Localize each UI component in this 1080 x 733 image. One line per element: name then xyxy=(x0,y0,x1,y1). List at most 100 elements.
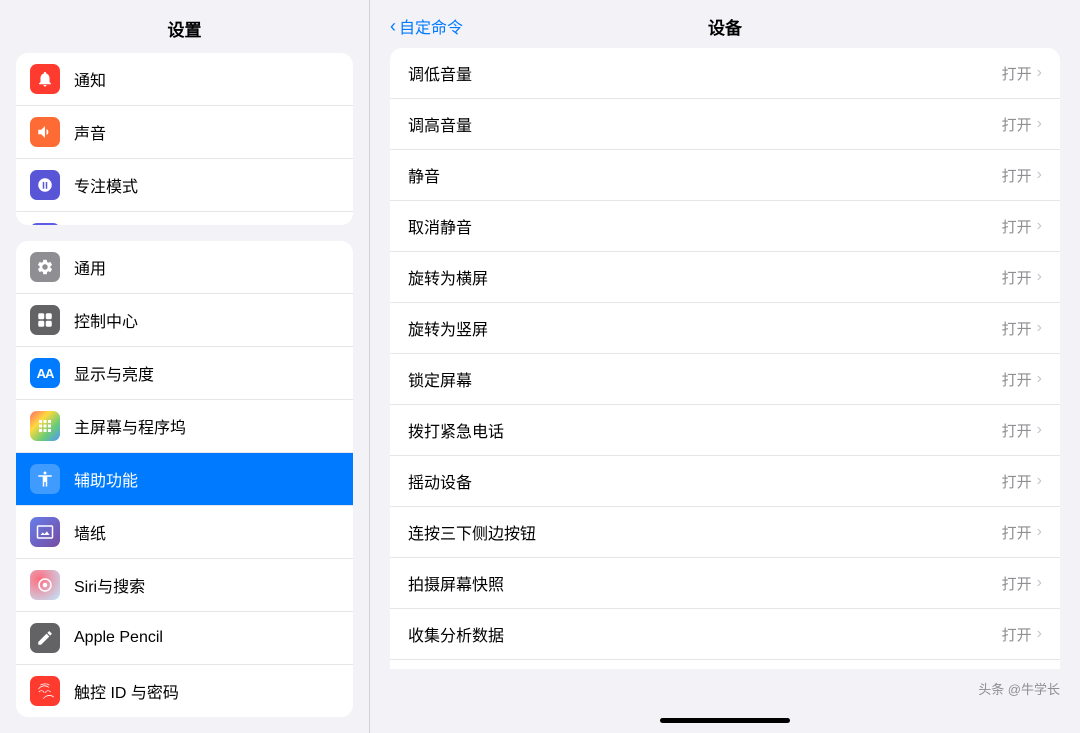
row-chevron-icon: › xyxy=(1037,472,1042,490)
panel-content: 调低音量 打开 › 调高音量 打开 › 静音 打开 › 取消静音 打开 › xyxy=(370,48,1080,669)
back-button[interactable]: ‹ 自定命令 xyxy=(390,14,463,38)
homescreen-icon xyxy=(30,411,60,441)
main-panel: ‹ 自定命令 设备 调低音量 打开 › 调高音量 打开 › 静音 打开 xyxy=(370,0,1080,733)
panel-header: ‹ 自定命令 设备 xyxy=(370,0,1080,48)
sounds-icon xyxy=(30,117,60,147)
row-chevron-icon: › xyxy=(1037,166,1042,184)
settings-row[interactable]: 调低音量 打开 › xyxy=(390,48,1060,99)
row-chevron-icon: › xyxy=(1037,268,1042,286)
row-label: 拍摄屏幕快照 xyxy=(408,571,504,595)
settings-row[interactable]: 拍摄屏幕快照 打开 › xyxy=(390,558,1060,609)
sidebar-item-sounds[interactable]: 声音 xyxy=(16,106,353,159)
row-right: 打开 › xyxy=(1002,267,1042,288)
row-value: 打开 xyxy=(1002,216,1032,237)
sidebar-item-focus[interactable]: 专注模式 xyxy=(16,159,353,212)
home-indicator xyxy=(660,718,790,723)
sidebar-title: 设置 xyxy=(0,0,369,53)
settings-row[interactable]: 摇动设备 打开 › xyxy=(390,456,1060,507)
display-label: 显示与亮度 xyxy=(74,361,154,385)
row-value: 打开 xyxy=(1002,114,1032,135)
settings-row[interactable]: 重新启动设备 打开 › xyxy=(390,660,1060,669)
row-value: 打开 xyxy=(1002,267,1032,288)
sidebar-item-applepencil[interactable]: Apple Pencil xyxy=(16,612,353,665)
siri-label: Siri与搜索 xyxy=(74,573,145,597)
applepencil-label: Apple Pencil xyxy=(74,629,163,647)
row-value: 打开 xyxy=(1002,420,1032,441)
settings-row[interactable]: 旋转为横屏 打开 › xyxy=(390,252,1060,303)
row-chevron-icon: › xyxy=(1037,115,1042,133)
row-value: 打开 xyxy=(1002,471,1032,492)
settings-row[interactable]: 取消静音 打开 › xyxy=(390,201,1060,252)
row-chevron-icon: › xyxy=(1037,64,1042,82)
row-label: 取消静音 xyxy=(408,214,472,238)
applepencil-icon xyxy=(30,623,60,653)
screentime-icon xyxy=(30,223,60,225)
focus-icon xyxy=(30,170,60,200)
settings-row[interactable]: 调高音量 打开 › xyxy=(390,99,1060,150)
sidebar-item-wallpaper[interactable]: 墙纸 xyxy=(16,506,353,559)
sidebar: 设置 通知 声音 xyxy=(0,0,370,733)
accessibility-icon xyxy=(30,464,60,494)
row-chevron-icon: › xyxy=(1037,319,1042,337)
row-value: 打开 xyxy=(1002,624,1032,645)
sidebar-item-general[interactable]: 通用 xyxy=(16,241,353,294)
row-right: 打开 › xyxy=(1002,420,1042,441)
sidebar-item-controlcenter[interactable]: 控制中心 xyxy=(16,294,353,347)
row-chevron-icon: › xyxy=(1037,217,1042,235)
focus-label: 专注模式 xyxy=(74,173,138,197)
display-icon: AA xyxy=(30,358,60,388)
sidebar-section-2: 通用 控制中心 AA 显示与亮度 xyxy=(16,241,353,717)
panel-title: 设备 xyxy=(708,14,742,39)
row-right: 打开 › xyxy=(1002,522,1042,543)
row-label: 旋转为横屏 xyxy=(408,265,488,289)
row-label: 调低音量 xyxy=(408,61,472,85)
sidebar-item-accessibility[interactable]: 辅助功能 xyxy=(16,453,353,506)
settings-row[interactable]: 静音 打开 › xyxy=(390,150,1060,201)
row-right: 打开 › xyxy=(1002,624,1042,645)
row-label: 拨打紧急电话 xyxy=(408,418,504,442)
row-right: 打开 › xyxy=(1002,318,1042,339)
general-icon xyxy=(30,252,60,282)
row-value: 打开 xyxy=(1002,573,1032,594)
row-label: 收集分析数据 xyxy=(408,622,504,646)
row-chevron-icon: › xyxy=(1037,421,1042,439)
settings-row[interactable]: 连按三下侧边按钮 打开 › xyxy=(390,507,1060,558)
settings-row[interactable]: 拨打紧急电话 打开 › xyxy=(390,405,1060,456)
row-label: 调高音量 xyxy=(408,112,472,136)
faceid-icon xyxy=(30,676,60,706)
wallpaper-label: 墙纸 xyxy=(74,520,106,544)
back-label: 自定命令 xyxy=(399,14,463,38)
sounds-label: 声音 xyxy=(74,120,106,144)
sidebar-item-siri[interactable]: Siri与搜索 xyxy=(16,559,353,612)
sidebar-item-screentime[interactable]: 屏幕使用时间 xyxy=(16,212,353,225)
watermark: 头条 @牛学长 xyxy=(978,679,1060,698)
homescreen-label: 主屏幕与程序坞 xyxy=(74,414,186,438)
row-right: 打开 › xyxy=(1002,573,1042,594)
sidebar-item-display[interactable]: AA 显示与亮度 xyxy=(16,347,353,400)
row-value: 打开 xyxy=(1002,165,1032,186)
settings-row[interactable]: 收集分析数据 打开 › xyxy=(390,609,1060,660)
general-label: 通用 xyxy=(74,255,106,279)
controlcenter-icon xyxy=(30,305,60,335)
row-value: 打开 xyxy=(1002,318,1032,339)
sidebar-item-homescreen[interactable]: 主屏幕与程序坞 xyxy=(16,400,353,453)
row-right: 打开 › xyxy=(1002,471,1042,492)
row-value: 打开 xyxy=(1002,522,1032,543)
wallpaper-icon xyxy=(30,517,60,547)
row-label: 静音 xyxy=(408,163,440,187)
sidebar-item-faceid[interactable]: 触控 ID 与密码 xyxy=(16,665,353,717)
row-chevron-icon: › xyxy=(1037,625,1042,643)
notifications-label: 通知 xyxy=(74,67,106,91)
row-value: 打开 xyxy=(1002,63,1032,84)
row-chevron-icon: › xyxy=(1037,370,1042,388)
sidebar-item-notifications[interactable]: 通知 xyxy=(16,53,353,106)
panel-footer: 头条 @牛学长 xyxy=(370,669,1080,718)
row-right: 打开 › xyxy=(1002,114,1042,135)
row-label: 旋转为竖屏 xyxy=(408,316,488,340)
settings-row[interactable]: 旋转为竖屏 打开 › xyxy=(390,303,1060,354)
accessibility-label: 辅助功能 xyxy=(74,467,138,491)
settings-row[interactable]: 锁定屏幕 打开 › xyxy=(390,354,1060,405)
row-right: 打开 › xyxy=(1002,63,1042,84)
row-chevron-icon: › xyxy=(1037,574,1042,592)
row-chevron-icon: › xyxy=(1037,523,1042,541)
